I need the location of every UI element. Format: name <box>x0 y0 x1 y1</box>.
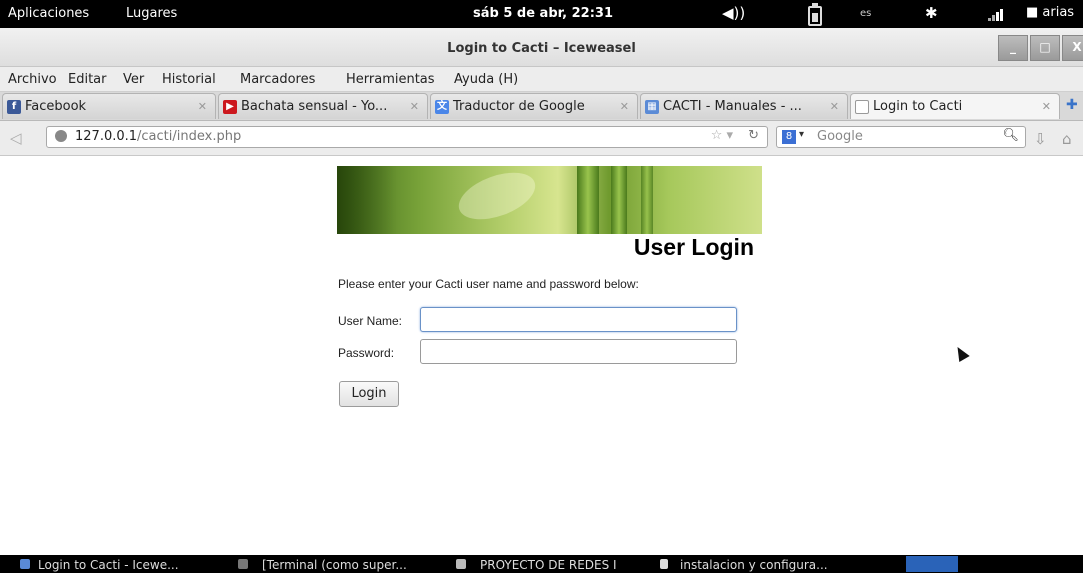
tab-login-to-cacti[interactable]: Login to Cacti ✕ <box>850 93 1060 119</box>
clock[interactable]: sáb 5 de abr, 22:31 <box>473 6 613 21</box>
menu-historial[interactable]: Historial <box>162 72 216 87</box>
tab-close-icon[interactable]: ✕ <box>1042 100 1051 113</box>
tab-translate[interactable]: 文 Traductor de Google ✕ <box>430 93 638 119</box>
tab-label: Bachata sensual - Yo... <box>241 99 388 114</box>
tab-close-icon[interactable]: ✕ <box>410 100 419 113</box>
back-icon[interactable]: ◁ <box>10 129 22 147</box>
tab-facebook[interactable]: f Facebook ✕ <box>2 93 216 119</box>
tab-youtube[interactable]: ▶ Bachata sensual - Yo... ✕ <box>218 93 428 119</box>
home-icon[interactable]: ⌂ <box>1062 130 1072 148</box>
tab-close-icon[interactable]: ✕ <box>830 100 839 113</box>
window-titlebar: Login to Cacti – Iceweasel _ □ X <box>0 28 1083 67</box>
menu-archivo[interactable]: Archivo <box>8 72 57 87</box>
tab-cacti-manuales[interactable]: ▦ CACTI - Manuales - ... ✕ <box>640 93 848 119</box>
cacti-icon: ▦ <box>645 100 659 114</box>
browser-icon <box>20 559 30 569</box>
close-button[interactable]: X <box>1062 35 1083 61</box>
taskbar-item-folder[interactable]: PROYECTO DE REDES I <box>480 558 617 572</box>
mouse-pointer <box>952 343 970 363</box>
menu-herramientas[interactable]: Herramientas <box>346 72 435 87</box>
username-input[interactable] <box>420 307 737 332</box>
tab-close-icon[interactable]: ✕ <box>620 100 629 113</box>
tab-label: Login to Cacti <box>873 99 963 114</box>
user-menu[interactable]: ■ arias <box>1026 5 1074 20</box>
workspace-switcher[interactable] <box>906 556 958 572</box>
globe-icon <box>55 130 67 142</box>
page-title: User Login <box>633 234 754 260</box>
blank-page-icon <box>855 100 869 114</box>
volume-icon[interactable]: ◀)) <box>722 4 745 22</box>
menu-editar[interactable]: Editar <box>68 72 107 87</box>
url-text[interactable]: 127.0.0.1/cacti/index.php <box>75 129 241 144</box>
login-button[interactable]: Login <box>339 381 399 407</box>
reload-icon[interactable]: ↻ <box>748 128 759 143</box>
places-menu[interactable]: Lugares <box>126 6 177 21</box>
search-bar[interactable]: 8 ▾ Google 🔍︎ <box>776 126 1026 148</box>
url-host: 127.0.0.1 <box>75 129 138 144</box>
network-signal-icon[interactable] <box>988 9 1004 21</box>
terminal-icon <box>238 559 248 569</box>
menu-ver[interactable]: Ver <box>123 72 144 87</box>
taskbar-item-document[interactable]: instalacion y configura... <box>680 558 828 572</box>
user-name: arias <box>1042 5 1075 20</box>
search-engine-icon[interactable]: 8 <box>782 130 796 144</box>
bluetooth-icon[interactable]: ✱ <box>925 4 938 22</box>
url-path: /cacti/index.php <box>137 129 242 144</box>
cacti-banner-image <box>337 166 762 234</box>
password-input[interactable] <box>420 339 737 364</box>
minimize-button[interactable]: _ <box>998 35 1028 61</box>
document-icon <box>660 559 668 569</box>
tab-label: Facebook <box>25 99 87 114</box>
tab-label: CACTI - Manuales - ... <box>663 99 802 114</box>
facebook-icon: f <box>7 100 21 114</box>
youtube-icon: ▶ <box>223 100 237 114</box>
tab-close-icon[interactable]: ✕ <box>198 100 207 113</box>
bookmark-star-icon[interactable]: ☆ ▾ <box>711 128 733 143</box>
battery-icon[interactable] <box>808 3 822 26</box>
download-icon[interactable]: ⇩ <box>1034 130 1047 148</box>
menu-ayuda[interactable]: Ayuda (H) <box>454 72 518 87</box>
search-icon[interactable]: 🔍︎ <box>1002 128 1019 143</box>
applications-menu[interactable]: Aplicaciones <box>8 6 89 21</box>
navigation-bar: ◁ 127.0.0.1/cacti/index.php ☆ ▾ ↻ 8 ▾ Go… <box>0 121 1083 156</box>
taskbar: Login to Cacti - Icewe... [Terminal (com… <box>0 555 1083 573</box>
password-label: Password: <box>338 346 395 360</box>
window-title: Login to Cacti – Iceweasel <box>447 41 636 56</box>
taskbar-item-browser[interactable]: Login to Cacti - Icewe... <box>38 558 179 572</box>
search-placeholder: Google <box>817 129 863 144</box>
translate-icon: 文 <box>435 100 449 114</box>
keyboard-layout-indicator[interactable]: es <box>860 8 871 19</box>
new-tab-icon[interactable]: ✚ <box>1066 97 1078 113</box>
username-label: User Name: <box>338 314 403 328</box>
tab-label: Traductor de Google <box>453 99 585 114</box>
login-instructions: Please enter your Cacti user name and pa… <box>338 277 639 291</box>
folder-icon <box>456 559 466 569</box>
menu-marcadores[interactable]: Marcadores <box>240 72 315 87</box>
menu-bar: Archivo Editar Ver Historial Marcadores … <box>0 67 1083 92</box>
chevron-down-icon[interactable]: ▾ <box>799 129 804 140</box>
top-panel: Aplicaciones Lugares sáb 5 de abr, 22:31… <box>0 0 1083 28</box>
url-bar[interactable]: 127.0.0.1/cacti/index.php ☆ ▾ ↻ <box>46 126 768 148</box>
tab-strip: f Facebook ✕ ▶ Bachata sensual - Yo... ✕… <box>0 92 1083 121</box>
maximize-button[interactable]: □ <box>1030 35 1060 61</box>
taskbar-item-terminal[interactable]: [Terminal (como super... <box>262 558 407 572</box>
